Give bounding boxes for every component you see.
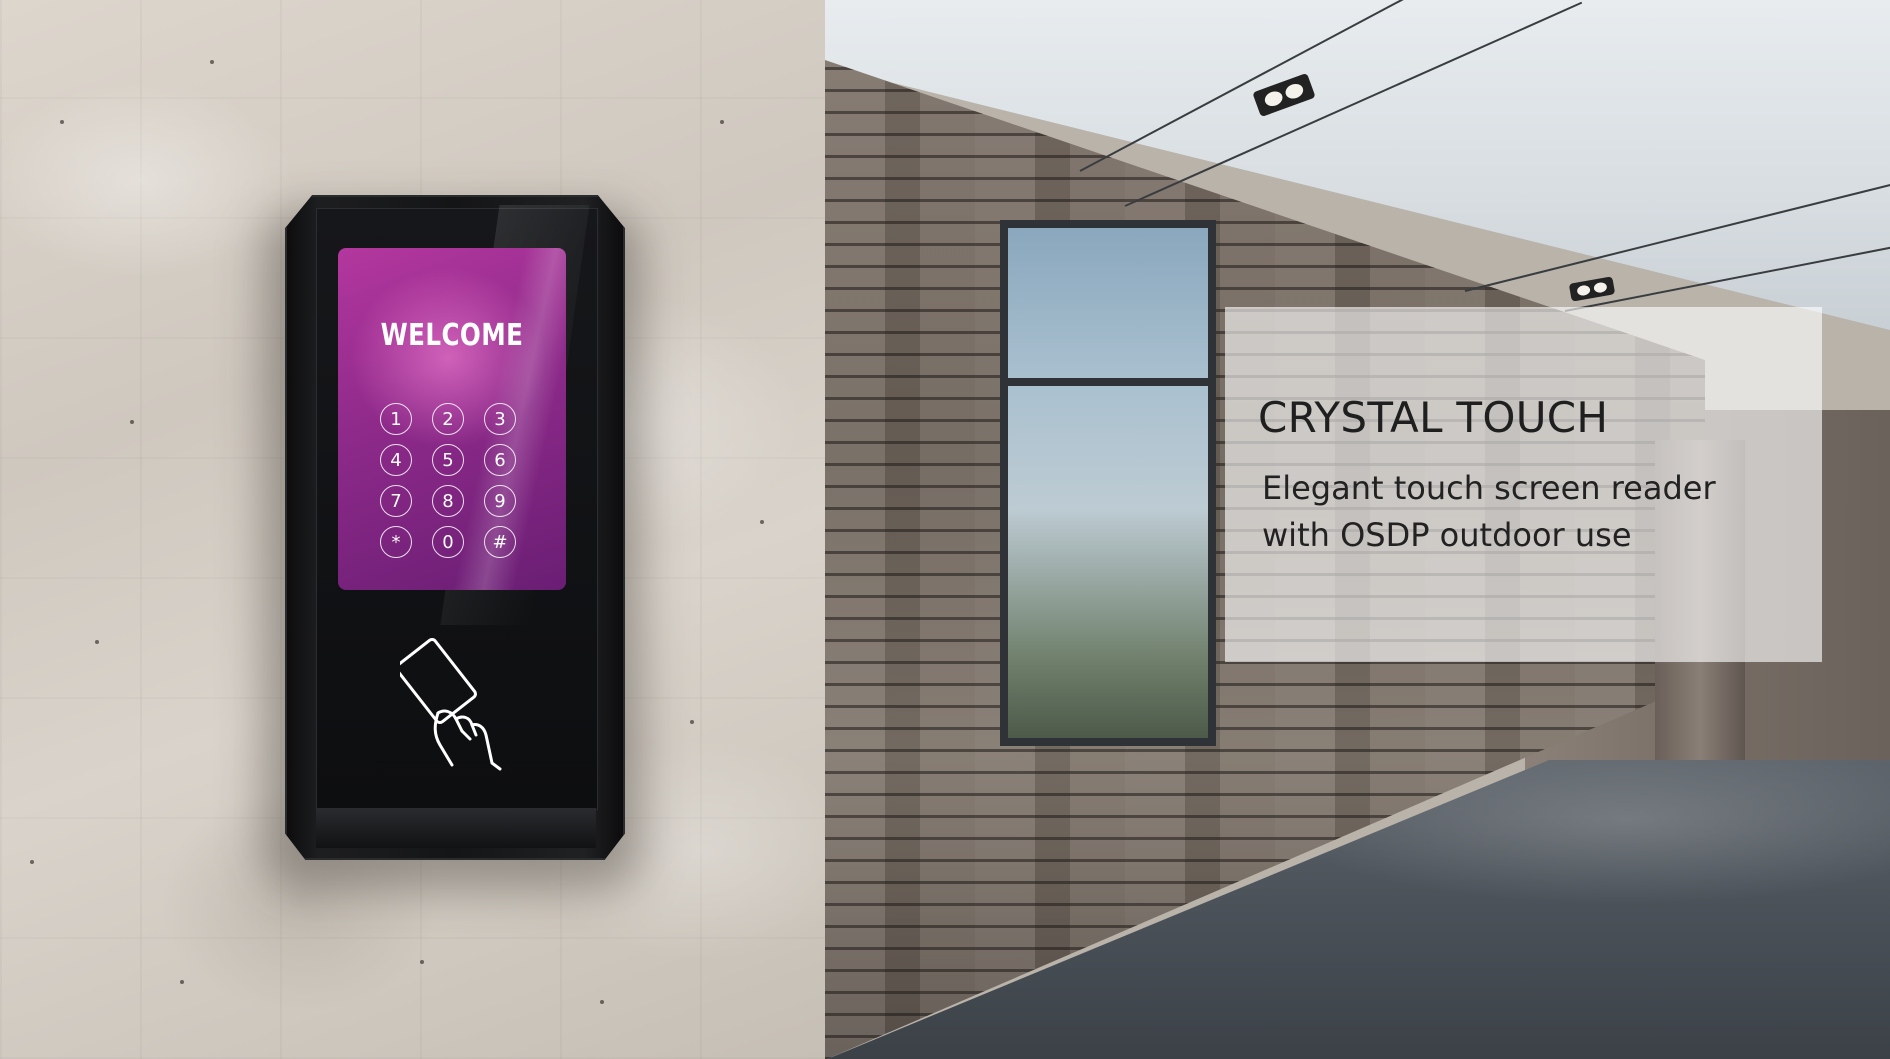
key-8[interactable]: 8 [432, 485, 464, 517]
key-9[interactable]: 9 [484, 485, 516, 517]
key-hash[interactable]: # [484, 526, 516, 558]
key-star[interactable]: * [380, 526, 412, 558]
description-line-1: Elegant touch screen reader [1262, 469, 1716, 507]
window [1000, 220, 1216, 746]
product-title: CRYSTAL TOUCH [1258, 393, 1609, 442]
screen-welcome-text: WELCOME [380, 318, 524, 353]
key-0[interactable]: 0 [432, 526, 464, 558]
hand-holding-card-icon [400, 637, 502, 771]
description-line-2: with OSDP outdoor use [1262, 516, 1632, 554]
touch-screen[interactable]: WELCOME 1 2 3 4 5 6 7 8 9 * 0 # [338, 248, 566, 590]
ceiling-light-icon [1568, 276, 1616, 302]
keypad: 1 2 3 4 5 6 7 8 9 * 0 # [380, 403, 526, 573]
key-7[interactable]: 7 [380, 485, 412, 517]
key-5[interactable]: 5 [432, 444, 464, 476]
caption-panel: CRYSTAL TOUCH Elegant touch screen reade… [1225, 307, 1822, 662]
key-4[interactable]: 4 [380, 444, 412, 476]
key-1[interactable]: 1 [380, 403, 412, 435]
key-2[interactable]: 2 [432, 403, 464, 435]
access-reader-bottom [316, 808, 596, 848]
key-6[interactable]: 6 [484, 444, 516, 476]
product-description: Elegant touch screen reader with OSDP ou… [1262, 465, 1802, 559]
key-3[interactable]: 3 [484, 403, 516, 435]
